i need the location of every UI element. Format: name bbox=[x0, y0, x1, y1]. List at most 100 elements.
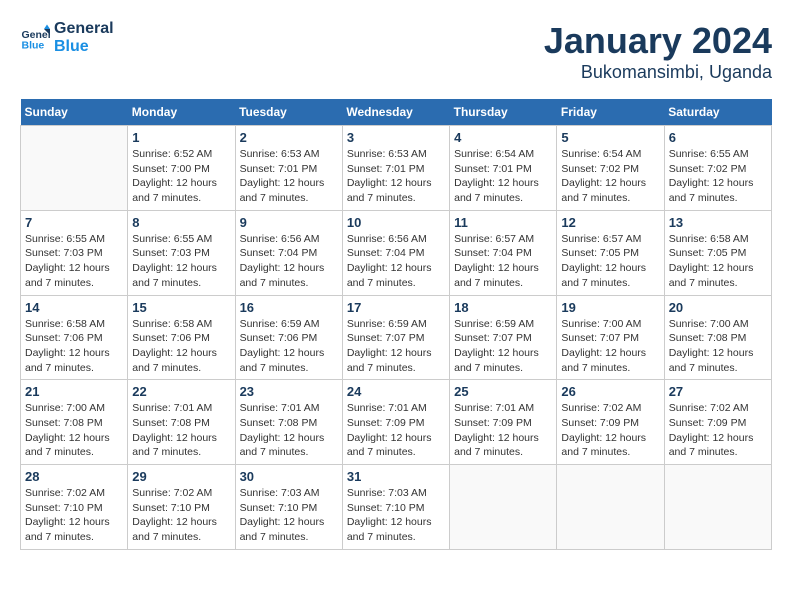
calendar-cell: 18 Sunrise: 6:59 AM Sunset: 7:07 PM Dayli… bbox=[450, 295, 557, 380]
calendar-cell: 16 Sunrise: 6:59 AM Sunset: 7:06 PM Dayli… bbox=[235, 295, 342, 380]
week-row-1: 7 Sunrise: 6:55 AM Sunset: 7:03 PM Daylig… bbox=[21, 210, 772, 295]
header-wednesday: Wednesday bbox=[342, 99, 449, 126]
week-row-3: 21 Sunrise: 7:00 AM Sunset: 7:08 PM Dayli… bbox=[21, 380, 772, 465]
day-info: Sunrise: 6:54 AM Sunset: 7:01 PM Dayligh… bbox=[454, 147, 552, 206]
day-info: Sunrise: 6:57 AM Sunset: 7:04 PM Dayligh… bbox=[454, 232, 552, 291]
calendar-cell: 9 Sunrise: 6:56 AM Sunset: 7:04 PM Daylig… bbox=[235, 210, 342, 295]
day-info: Sunrise: 6:58 AM Sunset: 7:05 PM Dayligh… bbox=[669, 232, 767, 291]
calendar-cell: 26Sunrise: 7:02 AM Sunset: 7:09 PM Dayli… bbox=[557, 380, 664, 465]
day-info: Sunrise: 7:03 AM Sunset: 7:10 PM Dayligh… bbox=[240, 486, 338, 545]
calendar-cell: 24 Sunrise: 7:01 AM Sunset: 7:09 PM Dayli… bbox=[342, 380, 449, 465]
day-number: 24 bbox=[347, 384, 445, 399]
day-number: 5 bbox=[561, 130, 659, 145]
calendar-header-row: SundayMondayTuesdayWednesdayThursdayFrid… bbox=[21, 99, 772, 126]
calendar-cell: 20 Sunrise: 7:00 AM Sunset: 7:08 PM Dayli… bbox=[664, 295, 771, 380]
location-title: Bukomansimbi, Uganda bbox=[544, 62, 772, 83]
header-thursday: Thursday bbox=[450, 99, 557, 126]
calendar-cell: 22 Sunrise: 7:01 AM Sunset: 7:08 PM Dayli… bbox=[128, 380, 235, 465]
day-number: 8 bbox=[132, 215, 230, 230]
day-number: 20 bbox=[669, 300, 767, 315]
day-info: Sunrise: 6:55 AM Sunset: 7:03 PM Dayligh… bbox=[25, 232, 123, 291]
day-info: Sunrise: 7:03 AM Sunset: 7:10 PM Dayligh… bbox=[347, 486, 445, 545]
calendar-cell bbox=[21, 126, 128, 211]
day-number: 23 bbox=[240, 384, 338, 399]
day-number: 22 bbox=[132, 384, 230, 399]
day-number: 10 bbox=[347, 215, 445, 230]
day-info: Sunrise: 7:00 AM Sunset: 7:08 PM Dayligh… bbox=[25, 401, 123, 460]
calendar-cell bbox=[664, 465, 771, 550]
day-info: Sunrise: 7:01 AM Sunset: 7:09 PM Dayligh… bbox=[454, 401, 552, 460]
logo-text-line1: General bbox=[54, 20, 114, 38]
day-info: Sunrise: 6:56 AM Sunset: 7:04 PM Dayligh… bbox=[240, 232, 338, 291]
day-info: Sunrise: 6:59 AM Sunset: 7:06 PM Dayligh… bbox=[240, 317, 338, 376]
logo-icon: General Blue bbox=[20, 23, 50, 53]
day-info: Sunrise: 6:55 AM Sunset: 7:03 PM Dayligh… bbox=[132, 232, 230, 291]
day-info: Sunrise: 6:52 AM Sunset: 7:00 PM Dayligh… bbox=[132, 147, 230, 206]
header-sunday: Sunday bbox=[21, 99, 128, 126]
day-info: Sunrise: 7:01 AM Sunset: 7:08 PM Dayligh… bbox=[132, 401, 230, 460]
day-number: 11 bbox=[454, 215, 552, 230]
month-title: January 2024 bbox=[544, 20, 772, 62]
calendar-cell: 4 Sunrise: 6:54 AM Sunset: 7:01 PM Daylig… bbox=[450, 126, 557, 211]
day-info: Sunrise: 7:00 AM Sunset: 7:08 PM Dayligh… bbox=[669, 317, 767, 376]
calendar-cell: 28Sunrise: 7:02 AM Sunset: 7:10 PM Dayli… bbox=[21, 465, 128, 550]
day-info: Sunrise: 6:59 AM Sunset: 7:07 PM Dayligh… bbox=[347, 317, 445, 376]
svg-text:Blue: Blue bbox=[22, 39, 45, 51]
day-number: 29 bbox=[132, 469, 230, 484]
day-number: 7 bbox=[25, 215, 123, 230]
calendar-cell: 3Sunrise: 6:53 AM Sunset: 7:01 PM Daylig… bbox=[342, 126, 449, 211]
day-number: 16 bbox=[240, 300, 338, 315]
calendar-cell: 1 Sunrise: 6:52 AM Sunset: 7:00 PM Daylig… bbox=[128, 126, 235, 211]
calendar-cell: 2 Sunrise: 6:53 AM Sunset: 7:01 PM Daylig… bbox=[235, 126, 342, 211]
day-info: Sunrise: 6:53 AM Sunset: 7:01 PM Dayligh… bbox=[240, 147, 338, 206]
day-number: 31 bbox=[347, 469, 445, 484]
day-number: 27 bbox=[669, 384, 767, 399]
day-info: Sunrise: 6:59 AM Sunset: 7:07 PM Dayligh… bbox=[454, 317, 552, 376]
day-info: Sunrise: 6:56 AM Sunset: 7:04 PM Dayligh… bbox=[347, 232, 445, 291]
day-number: 21 bbox=[25, 384, 123, 399]
day-info: Sunrise: 6:53 AM Sunset: 7:01 PM Dayligh… bbox=[347, 147, 445, 206]
calendar-cell: 13Sunrise: 6:58 AM Sunset: 7:05 PM Dayli… bbox=[664, 210, 771, 295]
calendar-cell: 17 Sunrise: 6:59 AM Sunset: 7:07 PM Dayli… bbox=[342, 295, 449, 380]
day-info: Sunrise: 6:54 AM Sunset: 7:02 PM Dayligh… bbox=[561, 147, 659, 206]
calendar-cell: 10 Sunrise: 6:56 AM Sunset: 7:04 PM Dayli… bbox=[342, 210, 449, 295]
calendar-cell bbox=[557, 465, 664, 550]
day-number: 15 bbox=[132, 300, 230, 315]
calendar-cell: 23 Sunrise: 7:01 AM Sunset: 7:08 PM Dayli… bbox=[235, 380, 342, 465]
week-row-0: 1 Sunrise: 6:52 AM Sunset: 7:00 PM Daylig… bbox=[21, 126, 772, 211]
week-row-2: 14 Sunrise: 6:58 AM Sunset: 7:06 PM Dayli… bbox=[21, 295, 772, 380]
day-number: 19 bbox=[561, 300, 659, 315]
header-saturday: Saturday bbox=[664, 99, 771, 126]
day-number: 28 bbox=[25, 469, 123, 484]
calendar-cell: 5 Sunrise: 6:54 AM Sunset: 7:02 PM Daylig… bbox=[557, 126, 664, 211]
day-number: 1 bbox=[132, 130, 230, 145]
day-number: 17 bbox=[347, 300, 445, 315]
calendar-cell: 19 Sunrise: 7:00 AM Sunset: 7:07 PM Dayli… bbox=[557, 295, 664, 380]
logo-text-line2: Blue bbox=[54, 38, 114, 56]
day-number: 18 bbox=[454, 300, 552, 315]
calendar-cell: 15 Sunrise: 6:58 AM Sunset: 7:06 PM Dayli… bbox=[128, 295, 235, 380]
day-number: 4 bbox=[454, 130, 552, 145]
calendar-cell: 11 Sunrise: 6:57 AM Sunset: 7:04 PM Dayli… bbox=[450, 210, 557, 295]
calendar-cell: 7 Sunrise: 6:55 AM Sunset: 7:03 PM Daylig… bbox=[21, 210, 128, 295]
day-number: 14 bbox=[25, 300, 123, 315]
day-info: Sunrise: 7:00 AM Sunset: 7:07 PM Dayligh… bbox=[561, 317, 659, 376]
day-info: Sunrise: 7:01 AM Sunset: 7:09 PM Dayligh… bbox=[347, 401, 445, 460]
header-monday: Monday bbox=[128, 99, 235, 126]
day-number: 25 bbox=[454, 384, 552, 399]
calendar-cell: 12Sunrise: 6:57 AM Sunset: 7:05 PM Dayli… bbox=[557, 210, 664, 295]
calendar-cell: 21 Sunrise: 7:00 AM Sunset: 7:08 PM Dayli… bbox=[21, 380, 128, 465]
day-info: Sunrise: 7:01 AM Sunset: 7:08 PM Dayligh… bbox=[240, 401, 338, 460]
day-number: 2 bbox=[240, 130, 338, 145]
day-info: Sunrise: 7:02 AM Sunset: 7:09 PM Dayligh… bbox=[669, 401, 767, 460]
header-tuesday: Tuesday bbox=[235, 99, 342, 126]
week-row-4: 28 Sunrise: 7:02 AM Sunset: 7:10 PM Dayli… bbox=[21, 465, 772, 550]
calendar-cell: 27 Sunrise: 7:02 AM Sunset: 7:09 PM Dayli… bbox=[664, 380, 771, 465]
day-info: Sunrise: 6:58 AM Sunset: 7:06 PM Dayligh… bbox=[132, 317, 230, 376]
day-info: Sunrise: 7:02 AM Sunset: 7:10 PM Dayligh… bbox=[132, 486, 230, 545]
calendar-cell: 8 Sunrise: 6:55 AM Sunset: 7:03 PM Daylig… bbox=[128, 210, 235, 295]
calendar-cell: 31 Sunrise: 7:03 AM Sunset: 7:10 PM Dayli… bbox=[342, 465, 449, 550]
calendar-cell: 30Sunrise: 7:03 AM Sunset: 7:10 PM Dayli… bbox=[235, 465, 342, 550]
day-number: 9 bbox=[240, 215, 338, 230]
day-info: Sunrise: 6:58 AM Sunset: 7:06 PM Dayligh… bbox=[25, 317, 123, 376]
